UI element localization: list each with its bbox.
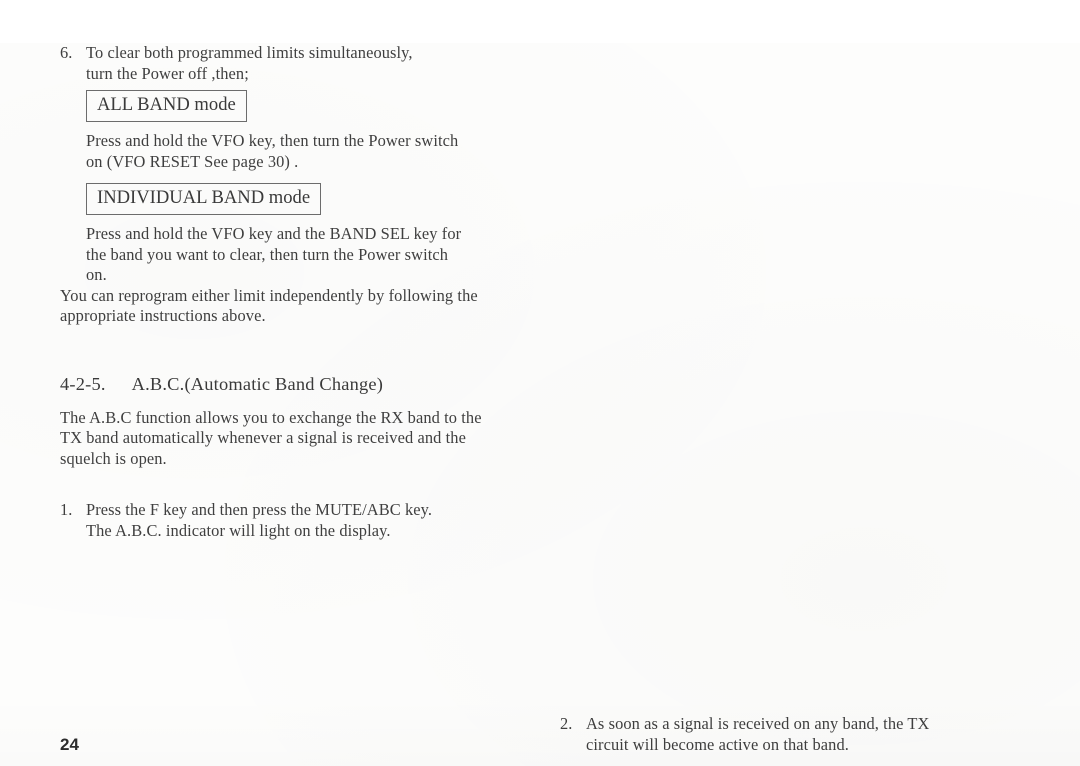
reprogram-note: You can reprogram either limit independe…	[60, 285, 478, 326]
list-item-1-line2: The A.B.C. indicator will light on the d…	[86, 520, 391, 540]
list-item-2-line2: circuit will become active on that band.	[586, 734, 849, 754]
left-column: 6. To clear both programmed limits simul…	[60, 43, 530, 541]
list-item-1: 1. Press the F key and then press the MU…	[60, 500, 530, 541]
all-band-mode-body: Press and hold the VFO key, then turn th…	[86, 131, 459, 171]
list-marker: 6.	[60, 43, 73, 62]
section-title: A.B.C.(Automatic Band Change)	[131, 373, 384, 394]
scanned-manual-page: 6. To clear both programmed limits simul…	[0, 43, 1080, 766]
section-number: 4-2-5.	[60, 373, 106, 394]
individual-band-mode-body: Press and hold the VFO key and the BAND …	[86, 224, 462, 284]
list-marker: 1.	[60, 500, 73, 519]
list-item-2-line1: As soon as a signal is received on any b…	[586, 714, 930, 733]
list-marker: 2.	[560, 714, 573, 733]
individual-band-mode-box: INDIVIDUAL BAND mode	[86, 183, 322, 215]
bleed-through-ghost	[620, 363, 1000, 383]
list-item-1-line1: Press the F key and then press the MUTE/…	[86, 500, 433, 519]
list-item-6-line2: turn the Power off ,then;	[86, 63, 249, 83]
list-item-6: 6. To clear both programmed limits simul…	[60, 43, 530, 84]
list-item-2: 2. As soon as a signal is received on an…	[560, 714, 1040, 755]
right-column: 2. As soon as a signal is received on an…	[560, 714, 1040, 766]
section-body: The A.B.C function allows you to exchang…	[60, 407, 482, 468]
all-band-mode-heading-wrap: ALL BAND mode	[60, 90, 530, 122]
all-band-mode-box: ALL BAND mode	[86, 90, 247, 122]
page-number: 24	[60, 735, 79, 754]
individual-band-mode-heading-wrap: INDIVIDUAL BAND mode	[60, 183, 530, 215]
list-item-6-line1: To clear both programmed limits simultan…	[86, 43, 413, 62]
section-heading: 4-2-5. A.B.C.(Automatic Band Change)	[60, 374, 530, 395]
